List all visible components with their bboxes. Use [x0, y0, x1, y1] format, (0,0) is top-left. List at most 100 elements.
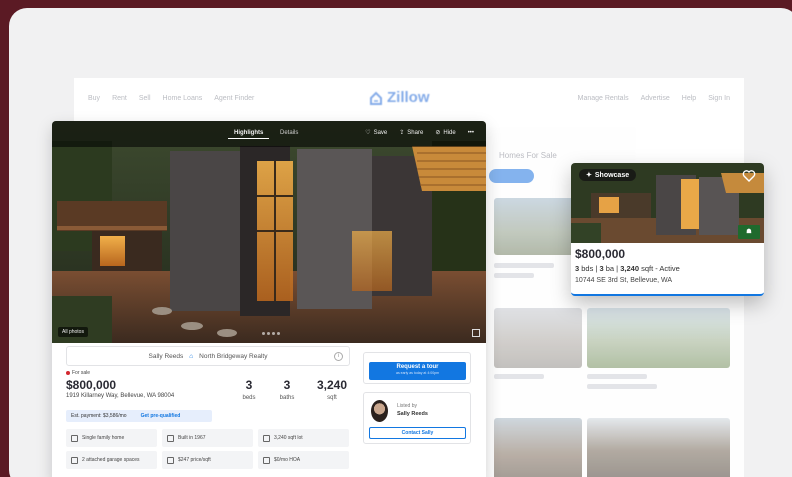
nav-advertise[interactable]: Advertise [641, 95, 670, 102]
est-payment-text: Est. payment: $3,586/mo [71, 413, 127, 419]
hero-photo[interactable]: Highlights Details ♡ Save ⇪ Share ⊘ Hide ••… [52, 121, 486, 343]
showcase-beds: 3 [575, 264, 580, 273]
ghost-text [587, 374, 647, 379]
beds-stat: 3 beds [234, 378, 264, 401]
zillow-logo[interactable]: Zillow [369, 89, 430, 106]
listing-detail-panel: Highlights Details ♡ Save ⇪ Share ⊘ Hide ••… [52, 121, 486, 477]
baths-label: baths [279, 395, 295, 401]
fact-home-type: Single family home [66, 429, 157, 447]
nav-sign-in[interactable]: Sign In [708, 95, 730, 102]
tab-highlights[interactable]: Highlights [228, 128, 270, 139]
showcase-beds-label: bds [581, 264, 594, 273]
showcase-sqft: 3,240 [620, 264, 639, 273]
list-thumb[interactable] [587, 308, 730, 368]
listing-address: 1919 Killarney Way, Bellevue, WA 98004 [66, 393, 175, 399]
house-photo [52, 121, 486, 343]
status-badge: For sale [66, 370, 90, 376]
showcase-baths: 3 [599, 264, 604, 273]
tour-sub: as early as today at 4:00pm [396, 371, 439, 375]
more-button[interactable]: ••• [468, 129, 474, 136]
fact-text: $247 price/sqft [178, 457, 211, 463]
showcase-sqft-label: sqft - Active [641, 264, 680, 273]
nav-home-loans[interactable]: Home Loans [163, 95, 203, 102]
home-icon [71, 434, 78, 442]
ruler-icon [167, 456, 174, 464]
logo-text: Zillow [387, 89, 430, 106]
fact-text: Single family home [82, 435, 125, 441]
save-label: Save [373, 129, 388, 136]
baths-stat: 3 baths [272, 378, 302, 401]
sqft-label: sqft [327, 395, 337, 401]
pre-qualified-link[interactable]: Get pre-qualified [141, 413, 181, 419]
hammer-icon [167, 434, 174, 442]
tour-label: Request a tour [396, 364, 439, 370]
nav-help[interactable]: Help [682, 95, 696, 102]
fact-price-sqft: $247 price/sqft [162, 451, 253, 469]
nav-manage-rentals[interactable]: Manage Rentals [578, 95, 629, 102]
showcase-card[interactable]: ✦ Showcase ☗ $800,000 3 bds | 3 ba | 3,2… [571, 163, 764, 296]
garage-icon [71, 456, 78, 464]
brokerage-icon: ⌂ [189, 352, 194, 360]
share-label: Share [407, 129, 424, 136]
showcase-photo[interactable]: ✦ Showcase ☗ [571, 163, 764, 243]
site-nav-left: Buy Rent Sell Home Loans Agent Finder [88, 95, 254, 102]
fact-year-built: Built in 1967 [162, 429, 253, 447]
hide-label: Hide [443, 129, 456, 136]
agent-strip-brokerage: North Bridgeway Realty [199, 352, 268, 360]
card-frame: Buy Rent Sell Home Loans Agent Finder Ma… [9, 8, 792, 477]
info-icon[interactable]: i [334, 352, 343, 361]
agent-strip[interactable]: Sally Reeds ⌂ North Bridgeway Realty i [66, 346, 350, 366]
showcase-address: 10744 SE 3rd St, Bellevue, WA [575, 277, 673, 284]
sparkle-icon: ✦ [586, 172, 592, 179]
zillow-house-icon [370, 91, 382, 105]
showcase-meta: 3 bds | 3 ba | 3,240 sqft - Active [575, 264, 680, 273]
ghost-text [494, 263, 554, 268]
nav-buy[interactable]: Buy [88, 95, 100, 102]
agent-strip-name: Sally Reeds [148, 352, 184, 360]
expand-icon[interactable] [472, 329, 480, 337]
list-thumb[interactable] [494, 418, 582, 477]
list-thumb[interactable] [494, 198, 582, 255]
hide-button[interactable]: ⊘ Hide [435, 129, 456, 137]
heart-icon: ♡ [365, 130, 371, 136]
tour-box: Request a tour as early as today at 4:00… [363, 352, 471, 384]
all-photos-badge[interactable]: All photos [58, 327, 88, 337]
nav-rent[interactable]: Rent [112, 95, 127, 102]
fact-text: 2 attached garage spaces [82, 457, 140, 463]
status-label: For sale [72, 370, 91, 376]
showcase-price: $800,000 [575, 247, 626, 261]
brokerage-logo-icon: ☗ [738, 225, 760, 239]
agent-name[interactable]: Sally Reeds [397, 411, 428, 417]
sqft-value: 3,240 [316, 378, 348, 392]
listing-price: $800,000 [66, 378, 117, 392]
agent-card: Listed by Sally Reeds Contact Sally [363, 392, 471, 444]
status-dot-icon [66, 371, 70, 375]
tab-details[interactable]: Details [280, 130, 298, 136]
list-thumb[interactable] [587, 418, 730, 477]
showcase-badge: ✦ Showcase [579, 169, 637, 181]
carousel-dots[interactable] [262, 332, 280, 335]
showcase-label: Showcase [594, 171, 630, 179]
estimated-payment: Est. payment: $3,586/mo Get pre-qualifie… [66, 410, 212, 422]
hide-icon: ⊘ [435, 130, 441, 136]
hero-toolbar: Highlights Details ♡ Save ⇪ Share ⊘ Hide ••… [52, 121, 486, 147]
heart-icon[interactable] [742, 169, 756, 183]
contact-agent-button[interactable]: Contact Sally [369, 427, 466, 439]
list-thumb[interactable] [494, 308, 582, 368]
fact-text: Built in 1967 [178, 435, 206, 441]
site-nav-right: Manage Rentals Advertise Help Sign In [578, 95, 730, 102]
share-button[interactable]: ⇪ Share [399, 129, 424, 137]
request-tour-button[interactable]: Request a tour as early as today at 4:00… [369, 362, 466, 380]
fact-text: 3,240 sqft lot [274, 435, 303, 441]
nav-sell[interactable]: Sell [139, 95, 151, 102]
filter-pill[interactable] [489, 169, 534, 183]
save-button[interactable]: ♡ Save [365, 129, 388, 137]
lot-icon [263, 434, 270, 442]
hoa-icon [263, 456, 270, 464]
ghost-text [587, 384, 657, 389]
showcase-baths-label: ba [605, 264, 615, 273]
nav-agent-finder[interactable]: Agent Finder [214, 95, 254, 102]
fact-lot: 3,240 sqft lot [258, 429, 349, 447]
share-icon: ⇪ [399, 130, 405, 136]
sqft-stat: 3,240 sqft [310, 378, 354, 401]
